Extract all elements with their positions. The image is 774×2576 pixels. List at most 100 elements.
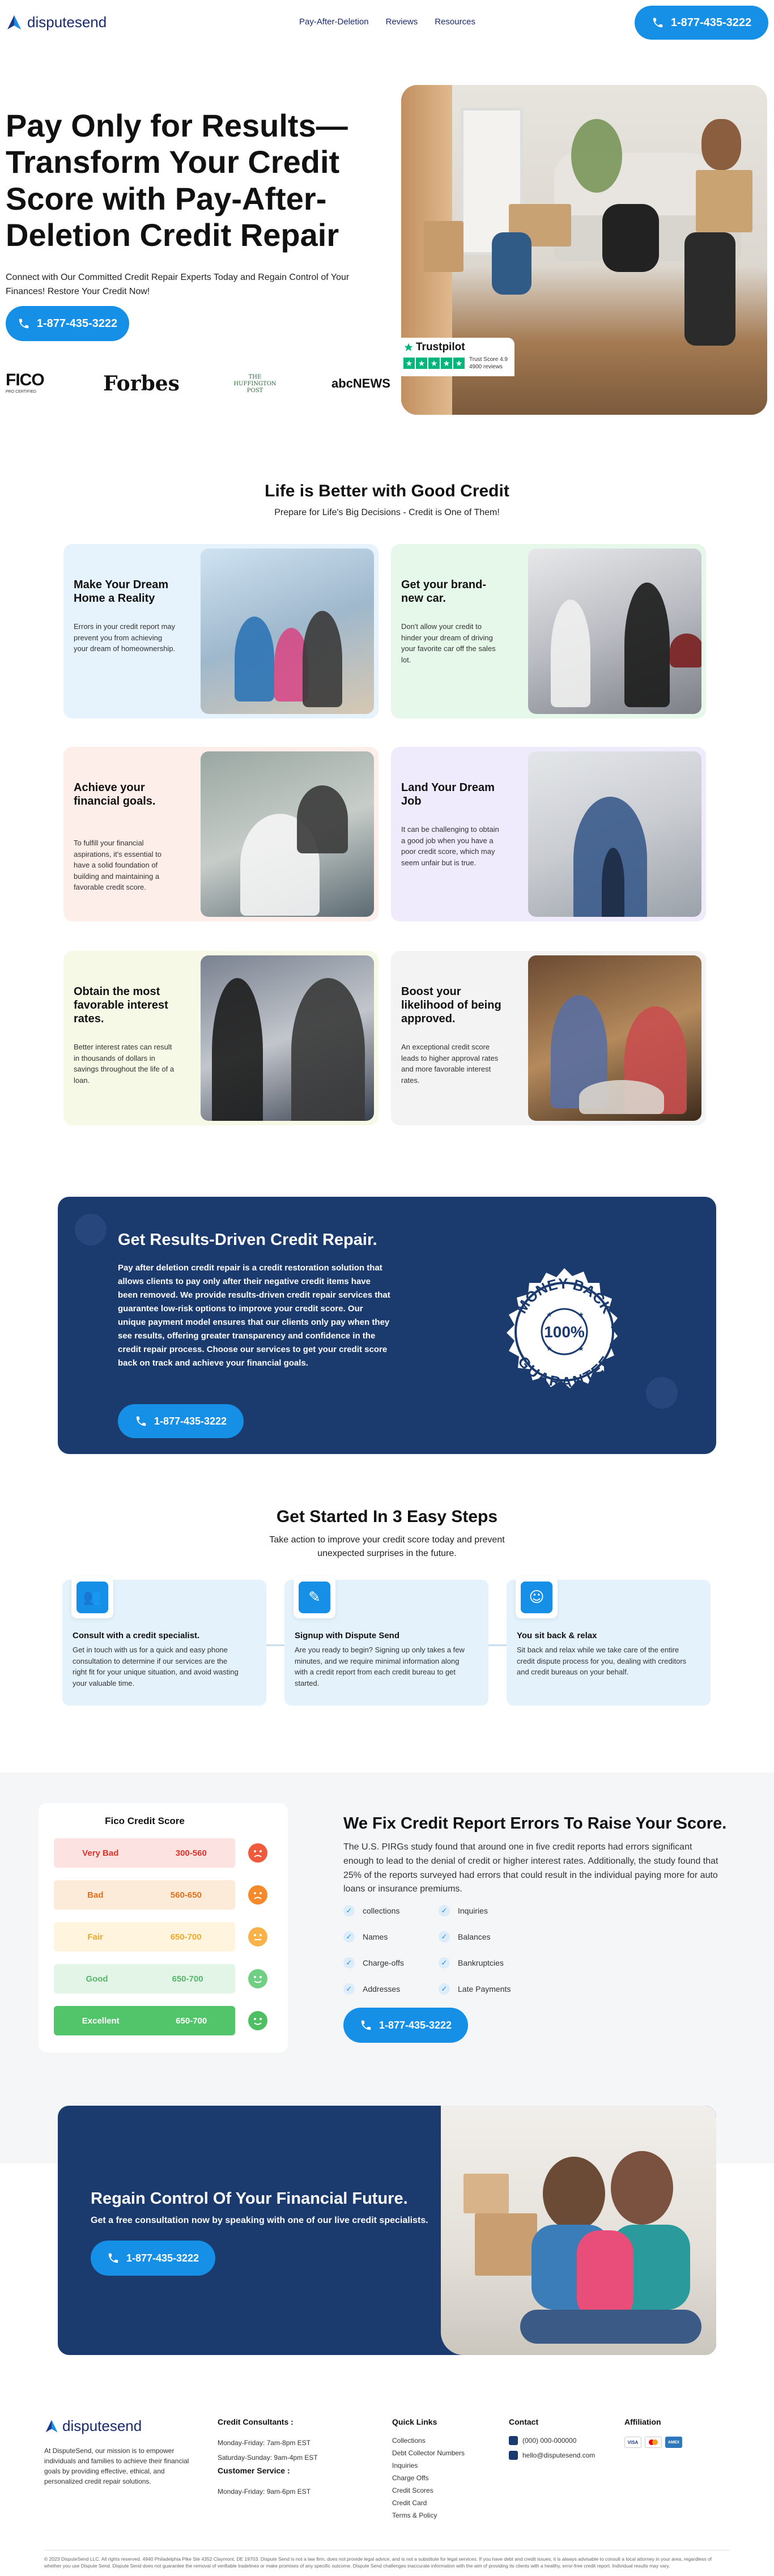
check-icon: ✓ — [343, 1905, 355, 1916]
svg-text:★: ★ — [578, 1311, 584, 1319]
footer-service-hours: Monday-Friday: 9am-6pm EST — [218, 2488, 311, 2496]
fico-logo: FICO PRO CERTIFIED — [6, 371, 45, 394]
footer-logo[interactable]: disputesend — [44, 2417, 142, 2435]
results-title: Get Results-Driven Credit Repair. — [118, 1231, 377, 1249]
checklist-label: Late Payments — [458, 1984, 511, 1993]
score-label: Excellent — [82, 2016, 120, 2026]
life-card-title: Boost your likelihood of being approved. — [401, 985, 501, 1025]
check-icon: ✓ — [439, 1983, 450, 1995]
life-card-text: Better interest rates can result in thou… — [74, 1043, 175, 1085]
amex-icon: AMEX — [665, 2437, 682, 2448]
results-body: Pay after deletion credit repair is a cr… — [118, 1263, 390, 1368]
step-text: Are you ready to begin? Signing up only … — [295, 1646, 465, 1687]
regain-section: Regain Control Of Your Financial Future.… — [58, 2106, 716, 2355]
life-card-title: Land Your Dream Job — [401, 781, 495, 807]
regain-title: Regain Control Of Your Financial Future. — [91, 2190, 408, 2208]
header-phone: 1-877-435-3222 — [670, 16, 752, 29]
regain-phone: 1-877-435-3222 — [126, 2252, 199, 2264]
check-icon: ✓ — [439, 1905, 450, 1916]
life-card-title: Make Your Dream Home a Reality — [74, 579, 169, 605]
fix-body: The U.S. PIRGs study found that around o… — [343, 1842, 718, 1894]
results-phone: 1-877-435-3222 — [154, 1415, 227, 1427]
fico-score-title: Fico Credit Score — [105, 1816, 185, 1826]
footer-contact-phone[interactable]: (000) 000-000000 — [509, 2434, 576, 2447]
footer-contact-title: Contact — [509, 2417, 539, 2426]
life-card-image — [528, 549, 701, 714]
footer-link[interactable]: Credit Scores — [392, 2484, 465, 2497]
hero-call-button[interactable]: 1-877-435-3222 — [6, 306, 129, 341]
face-icon — [248, 1927, 267, 1946]
life-card: Boost your likelihood of being approved.… — [391, 951, 706, 1125]
trustpilot-widget[interactable]: Trustpilot ★ ★ ★ ★ ★ Trust Score 4.9 490… — [401, 338, 514, 376]
life-card-image — [201, 549, 374, 714]
footer-link[interactable]: Collections — [392, 2434, 465, 2447]
footer-link[interactable]: Terms & Policy — [392, 2509, 465, 2522]
check-icon: ✓ — [343, 1957, 355, 1969]
step-card: 👥 Consult with a credit specialist. Get in… — [62, 1576, 266, 1706]
checklist-item: ✓ Balances — [439, 1931, 491, 1942]
trustpilot-star-icon — [404, 343, 413, 351]
footer: disputesend At DisputeSend, our mission … — [0, 2380, 774, 2576]
logo[interactable]: disputesend — [6, 14, 107, 31]
checklist-label: Charge-offs — [363, 1958, 404, 1967]
main-nav: Pay-After-Deletion Reviews Resources — [299, 17, 475, 27]
life-card-text: Don't allow your credit to hinder your d… — [401, 622, 496, 664]
payment-cards: VISA AMEX — [624, 2437, 682, 2448]
relax-icon: ☺ — [516, 1576, 558, 1618]
score-range: 560-650 — [170, 1890, 202, 1900]
results-call-button[interactable]: 1-877-435-3222 — [118, 1404, 244, 1438]
regain-image — [441, 2106, 716, 2355]
face-icon — [248, 1843, 267, 1863]
checklist-label: Inquiries — [458, 1906, 488, 1915]
footer-consultants-hours-1: Monday-Friday: 7am-8pm EST — [218, 2439, 311, 2447]
phone-icon — [653, 18, 663, 28]
trustpilot-score: Trust Score 4.9 — [469, 356, 508, 363]
fix-call-button[interactable]: 1-877-435-3222 — [343, 2008, 468, 2043]
checklist-item: ✓ Charge-offs — [343, 1957, 404, 1969]
footer-link[interactable]: Credit Card — [392, 2497, 465, 2509]
nav-pay-after-deletion[interactable]: Pay-After-Deletion — [299, 17, 369, 27]
footer-link[interactable]: Charge Offs — [392, 2472, 465, 2484]
trustpilot-stars: ★ ★ ★ ★ ★ — [403, 358, 465, 369]
life-card-text: It can be challenging to obtain a good j… — [401, 825, 499, 867]
step-text: Get in touch with us for a quick and eas… — [73, 1646, 239, 1687]
footer-links-title: Quick Links — [392, 2417, 437, 2426]
regain-call-button[interactable]: 1-877-435-3222 — [91, 2241, 215, 2276]
forbes-logo: Forbes — [103, 372, 180, 396]
svg-text:★: ★ — [578, 1345, 584, 1353]
footer-affiliation-title: Affiliation — [624, 2417, 661, 2426]
fix-phone: 1-877-435-3222 — [379, 2019, 452, 2031]
logo-icon — [45, 2420, 58, 2432]
hero-subtitle: Connect with Our Committed Credit Repair… — [6, 273, 350, 296]
hero-phone: 1-877-435-3222 — [36, 317, 118, 330]
header-call-button[interactable]: 1-877-435-3222 — [635, 6, 768, 40]
footer-link[interactable]: Inquiries — [392, 2459, 465, 2472]
footer-contact-email[interactable]: hello@disputesend.com — [509, 2449, 595, 2462]
footer-consultants-hours-2: Saturday-Sunday: 9am-4pm EST — [218, 2454, 318, 2462]
step-title: Consult with a credit specialist. — [73, 1631, 200, 1640]
life-card-text: An exceptional credit score leads to hig… — [401, 1043, 499, 1085]
regain-subtitle: Get a free consultation now by speaking … — [91, 2216, 428, 2225]
phone-icon — [509, 2436, 518, 2446]
phone-icon — [108, 2253, 118, 2263]
header: disputesend Pay-After-Deletion Reviews R… — [0, 0, 774, 45]
checklist-label: Addresses — [363, 1984, 401, 1993]
svg-text:★: ★ — [546, 1311, 552, 1319]
results-section: Get Results-Driven Credit Repair. Pay af… — [58, 1197, 716, 1454]
abc-news-logo: abcNEWS — [331, 376, 390, 390]
steps-title: Get Started In 3 Easy Steps — [276, 1507, 498, 1526]
score-range: 300-560 — [175, 1848, 207, 1858]
nav-reviews[interactable]: Reviews — [386, 17, 418, 27]
footer-service-title: Customer Service : — [218, 2466, 290, 2475]
face-icon — [248, 2011, 267, 2030]
checklist-label: Bankruptcies — [458, 1958, 504, 1967]
footer-legal: © 2023 DisputeSend LLC. All rights reser… — [44, 2556, 712, 2569]
face-icon — [248, 1885, 267, 1905]
footer-link[interactable]: Debt Collector Numbers — [392, 2447, 465, 2459]
checklist-label: Names — [363, 1932, 388, 1941]
huffington-post-logo: THE HUFFINGTON POST — [233, 374, 277, 394]
phone-icon — [361, 2020, 371, 2030]
life-card: Get your brand-new car. Don't allow your … — [391, 544, 706, 719]
footer-about: At DisputeSend, our mission is to empowe… — [44, 2447, 189, 2485]
nav-resources[interactable]: Resources — [435, 17, 475, 27]
